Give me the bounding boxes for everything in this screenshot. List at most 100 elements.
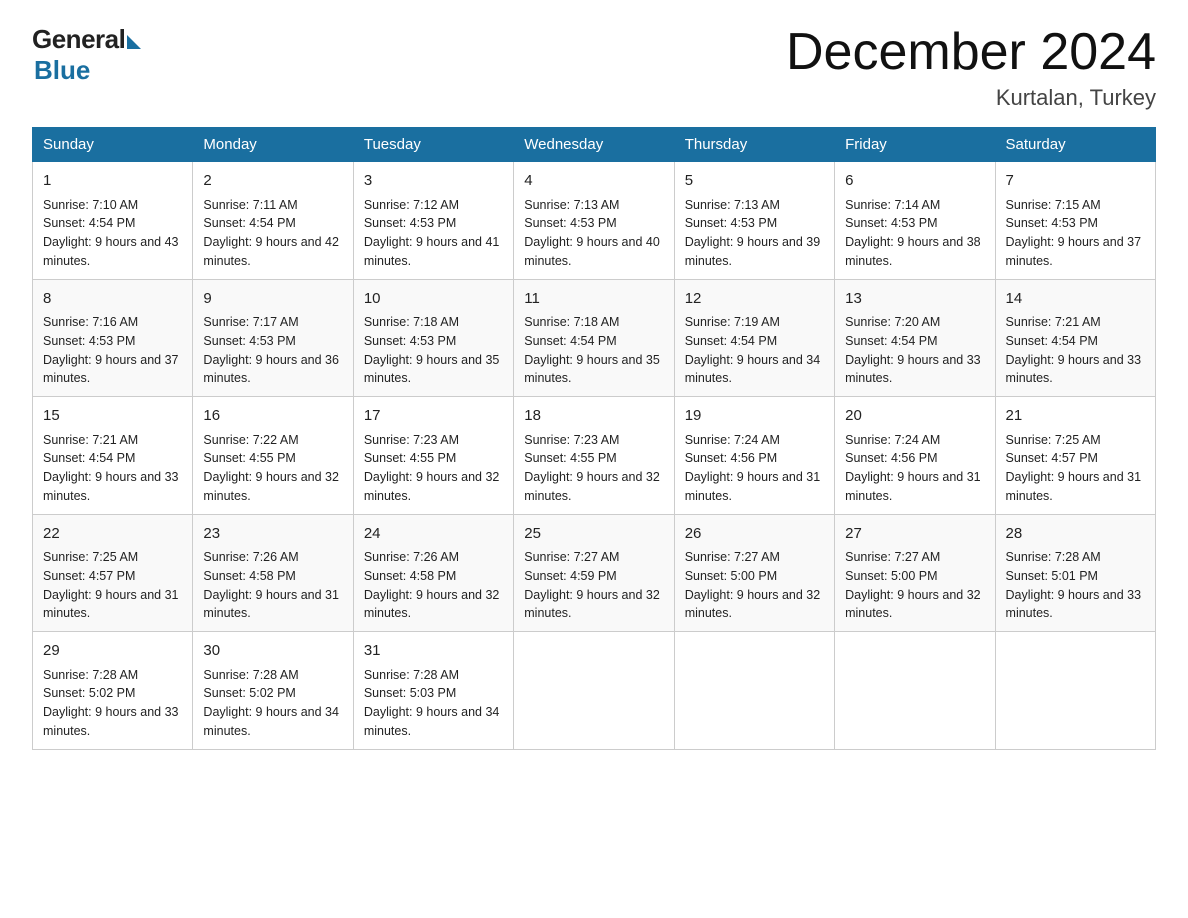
day-info: Sunrise: 7:14 AMSunset: 4:53 PMDaylight:… <box>845 198 981 268</box>
day-info: Sunrise: 7:28 AMSunset: 5:02 PMDaylight:… <box>203 668 339 738</box>
calendar-cell: 29 Sunrise: 7:28 AMSunset: 5:02 PMDaylig… <box>33 632 193 750</box>
day-number: 10 <box>364 288 503 311</box>
day-info: Sunrise: 7:26 AMSunset: 4:58 PMDaylight:… <box>364 550 500 620</box>
day-number: 11 <box>524 288 663 311</box>
calendar-cell: 12 Sunrise: 7:19 AMSunset: 4:54 PMDaylig… <box>674 279 834 397</box>
calendar-cell: 15 Sunrise: 7:21 AMSunset: 4:54 PMDaylig… <box>33 397 193 515</box>
calendar-week-4: 22 Sunrise: 7:25 AMSunset: 4:57 PMDaylig… <box>33 514 1156 632</box>
day-number: 17 <box>364 405 503 428</box>
calendar-cell: 27 Sunrise: 7:27 AMSunset: 5:00 PMDaylig… <box>835 514 995 632</box>
day-number: 24 <box>364 523 503 546</box>
calendar-cell: 24 Sunrise: 7:26 AMSunset: 4:58 PMDaylig… <box>353 514 513 632</box>
calendar-cell: 28 Sunrise: 7:28 AMSunset: 5:01 PMDaylig… <box>995 514 1155 632</box>
day-info: Sunrise: 7:28 AMSunset: 5:02 PMDaylight:… <box>43 668 179 738</box>
calendar-cell: 22 Sunrise: 7:25 AMSunset: 4:57 PMDaylig… <box>33 514 193 632</box>
weekday-header-tuesday: Tuesday <box>353 128 513 162</box>
calendar-cell: 13 Sunrise: 7:20 AMSunset: 4:54 PMDaylig… <box>835 279 995 397</box>
day-info: Sunrise: 7:10 AMSunset: 4:54 PMDaylight:… <box>43 198 179 268</box>
calendar-cell: 18 Sunrise: 7:23 AMSunset: 4:55 PMDaylig… <box>514 397 674 515</box>
calendar-cell <box>514 632 674 750</box>
day-number: 28 <box>1006 523 1145 546</box>
day-number: 2 <box>203 170 342 193</box>
day-number: 4 <box>524 170 663 193</box>
calendar-cell: 3 Sunrise: 7:12 AMSunset: 4:53 PMDayligh… <box>353 162 513 280</box>
logo-blue-text: Blue <box>34 55 90 86</box>
day-info: Sunrise: 7:11 AMSunset: 4:54 PMDaylight:… <box>203 198 339 268</box>
calendar-cell: 19 Sunrise: 7:24 AMSunset: 4:56 PMDaylig… <box>674 397 834 515</box>
day-info: Sunrise: 7:21 AMSunset: 4:54 PMDaylight:… <box>1006 315 1142 385</box>
day-info: Sunrise: 7:26 AMSunset: 4:58 PMDaylight:… <box>203 550 339 620</box>
day-number: 26 <box>685 523 824 546</box>
calendar-cell: 5 Sunrise: 7:13 AMSunset: 4:53 PMDayligh… <box>674 162 834 280</box>
weekday-header-saturday: Saturday <box>995 128 1155 162</box>
logo-arrow-icon <box>127 35 141 49</box>
day-number: 18 <box>524 405 663 428</box>
day-info: Sunrise: 7:21 AMSunset: 4:54 PMDaylight:… <box>43 433 179 503</box>
logo-general-text: General <box>32 24 125 55</box>
day-number: 8 <box>43 288 182 311</box>
calendar-cell: 20 Sunrise: 7:24 AMSunset: 4:56 PMDaylig… <box>835 397 995 515</box>
day-number: 21 <box>1006 405 1145 428</box>
day-info: Sunrise: 7:28 AMSunset: 5:03 PMDaylight:… <box>364 668 500 738</box>
day-number: 7 <box>1006 170 1145 193</box>
calendar-table: SundayMondayTuesdayWednesdayThursdayFrid… <box>32 127 1156 750</box>
day-info: Sunrise: 7:27 AMSunset: 5:00 PMDaylight:… <box>685 550 821 620</box>
day-number: 1 <box>43 170 182 193</box>
day-number: 20 <box>845 405 984 428</box>
calendar-cell: 11 Sunrise: 7:18 AMSunset: 4:54 PMDaylig… <box>514 279 674 397</box>
weekday-header-sunday: Sunday <box>33 128 193 162</box>
day-number: 30 <box>203 640 342 663</box>
day-number: 19 <box>685 405 824 428</box>
calendar-week-3: 15 Sunrise: 7:21 AMSunset: 4:54 PMDaylig… <box>33 397 1156 515</box>
calendar-cell: 14 Sunrise: 7:21 AMSunset: 4:54 PMDaylig… <box>995 279 1155 397</box>
day-info: Sunrise: 7:22 AMSunset: 4:55 PMDaylight:… <box>203 433 339 503</box>
weekday-header-friday: Friday <box>835 128 995 162</box>
location-title: Kurtalan, Turkey <box>786 85 1156 111</box>
day-number: 12 <box>685 288 824 311</box>
calendar-cell <box>835 632 995 750</box>
calendar-cell: 9 Sunrise: 7:17 AMSunset: 4:53 PMDayligh… <box>193 279 353 397</box>
weekday-header-wednesday: Wednesday <box>514 128 674 162</box>
weekday-header-row: SundayMondayTuesdayWednesdayThursdayFrid… <box>33 128 1156 162</box>
logo: General Blue <box>32 24 141 86</box>
day-info: Sunrise: 7:12 AMSunset: 4:53 PMDaylight:… <box>364 198 500 268</box>
calendar-cell: 17 Sunrise: 7:23 AMSunset: 4:55 PMDaylig… <box>353 397 513 515</box>
calendar-cell: 7 Sunrise: 7:15 AMSunset: 4:53 PMDayligh… <box>995 162 1155 280</box>
day-info: Sunrise: 7:27 AMSunset: 5:00 PMDaylight:… <box>845 550 981 620</box>
day-info: Sunrise: 7:16 AMSunset: 4:53 PMDaylight:… <box>43 315 179 385</box>
day-number: 3 <box>364 170 503 193</box>
day-number: 23 <box>203 523 342 546</box>
weekday-header-monday: Monday <box>193 128 353 162</box>
day-number: 27 <box>845 523 984 546</box>
day-info: Sunrise: 7:15 AMSunset: 4:53 PMDaylight:… <box>1006 198 1142 268</box>
day-number: 15 <box>43 405 182 428</box>
calendar-cell: 10 Sunrise: 7:18 AMSunset: 4:53 PMDaylig… <box>353 279 513 397</box>
day-info: Sunrise: 7:18 AMSunset: 4:53 PMDaylight:… <box>364 315 500 385</box>
day-info: Sunrise: 7:25 AMSunset: 4:57 PMDaylight:… <box>43 550 179 620</box>
day-info: Sunrise: 7:24 AMSunset: 4:56 PMDaylight:… <box>845 433 981 503</box>
day-info: Sunrise: 7:13 AMSunset: 4:53 PMDaylight:… <box>685 198 821 268</box>
calendar-cell: 30 Sunrise: 7:28 AMSunset: 5:02 PMDaylig… <box>193 632 353 750</box>
month-title: December 2024 <box>786 24 1156 81</box>
title-block: December 2024 Kurtalan, Turkey <box>786 24 1156 111</box>
calendar-cell: 21 Sunrise: 7:25 AMSunset: 4:57 PMDaylig… <box>995 397 1155 515</box>
day-number: 22 <box>43 523 182 546</box>
day-number: 9 <box>203 288 342 311</box>
calendar-cell: 16 Sunrise: 7:22 AMSunset: 4:55 PMDaylig… <box>193 397 353 515</box>
calendar-cell: 31 Sunrise: 7:28 AMSunset: 5:03 PMDaylig… <box>353 632 513 750</box>
day-info: Sunrise: 7:17 AMSunset: 4:53 PMDaylight:… <box>203 315 339 385</box>
calendar-cell <box>995 632 1155 750</box>
day-number: 13 <box>845 288 984 311</box>
calendar-cell: 6 Sunrise: 7:14 AMSunset: 4:53 PMDayligh… <box>835 162 995 280</box>
day-info: Sunrise: 7:23 AMSunset: 4:55 PMDaylight:… <box>524 433 660 503</box>
day-info: Sunrise: 7:18 AMSunset: 4:54 PMDaylight:… <box>524 315 660 385</box>
calendar-cell: 25 Sunrise: 7:27 AMSunset: 4:59 PMDaylig… <box>514 514 674 632</box>
day-info: Sunrise: 7:19 AMSunset: 4:54 PMDaylight:… <box>685 315 821 385</box>
day-number: 6 <box>845 170 984 193</box>
calendar-week-5: 29 Sunrise: 7:28 AMSunset: 5:02 PMDaylig… <box>33 632 1156 750</box>
calendar-cell <box>674 632 834 750</box>
day-info: Sunrise: 7:13 AMSunset: 4:53 PMDaylight:… <box>524 198 660 268</box>
day-info: Sunrise: 7:24 AMSunset: 4:56 PMDaylight:… <box>685 433 821 503</box>
calendar-cell: 8 Sunrise: 7:16 AMSunset: 4:53 PMDayligh… <box>33 279 193 397</box>
day-number: 16 <box>203 405 342 428</box>
